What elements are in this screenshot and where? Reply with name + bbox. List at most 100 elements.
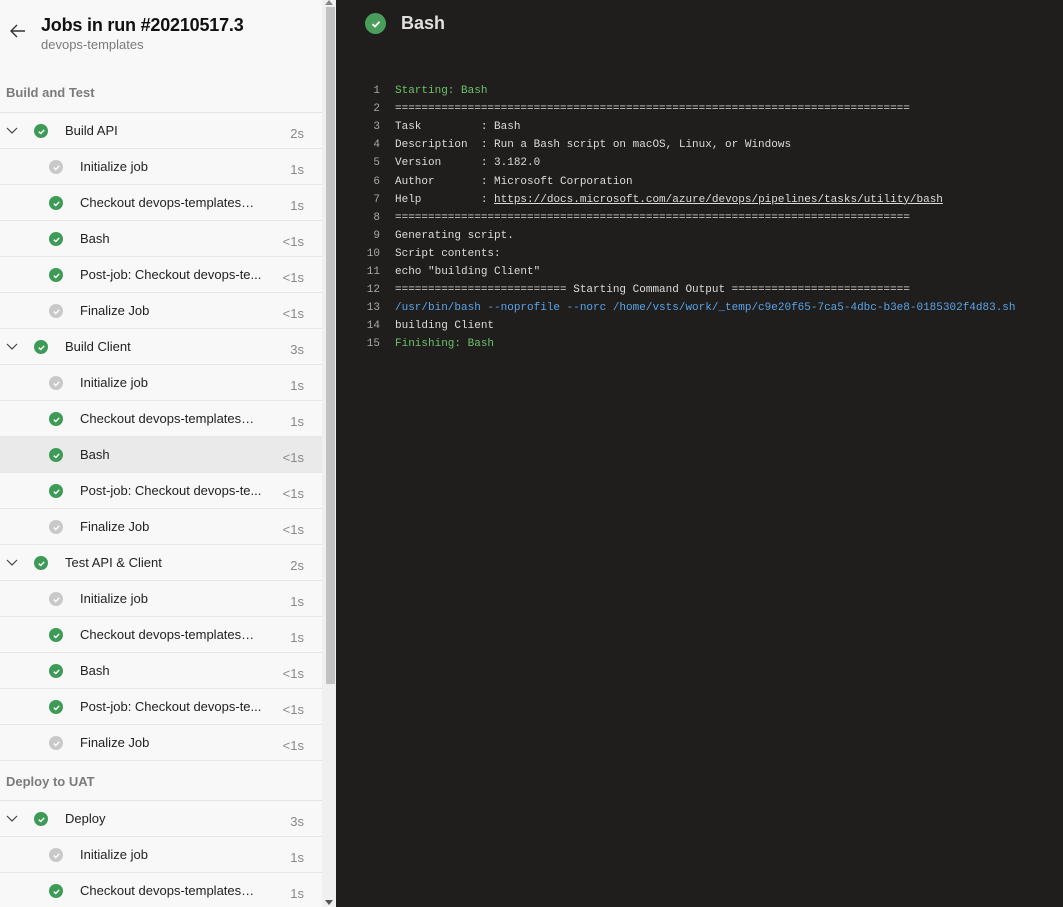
success-check-icon <box>49 884 63 898</box>
job-duration: 3s <box>290 814 304 829</box>
scrollbar-thumb[interactable] <box>326 7 335 684</box>
task-row[interactable]: Checkout devops-templates@... 1s <box>0 617 322 653</box>
scroll-down-button[interactable] <box>322 900 336 907</box>
task-name: Bash <box>80 231 110 246</box>
triangle-down-icon <box>325 900 333 905</box>
chevron-down-icon[interactable] <box>5 555 19 569</box>
task-name: Finalize Job <box>80 519 150 534</box>
success-check-icon <box>34 812 48 826</box>
task-row[interactable]: Finalize Job <1s <box>0 725 322 761</box>
job-row[interactable]: Test API & Client 2s <box>0 545 322 581</box>
log-line: 7 Help : https://docs.microsoft.com/azure… <box>362 191 1016 209</box>
log-text: ========================================… <box>395 103 910 115</box>
stage-header: Build and Test <box>0 73 322 113</box>
task-row[interactable]: Finalize Job <1s <box>0 293 322 329</box>
log-text: /usr/bin/bash --noprofile --norc /home/v… <box>395 302 1016 314</box>
log-line: 9 Generating script. <box>362 227 1016 245</box>
line-number: 8 <box>373 211 380 224</box>
task-duration: <1s <box>282 666 304 681</box>
back-button[interactable] <box>8 20 28 42</box>
log-output: 1 Starting: Bash 2 ========================… <box>362 82 1016 353</box>
skipped-check-icon <box>49 160 63 174</box>
app-root: Jobs in run #20210517.3 devops-templates… <box>0 0 1063 907</box>
task-duration: <1s <box>282 450 304 465</box>
task-row[interactable]: Post-job: Checkout devops-te... <1s <box>0 257 322 293</box>
log-line: 15 Finishing: Bash <box>362 335 1016 353</box>
task-row[interactable]: Initialize job 1s <box>0 837 322 873</box>
success-check-icon <box>49 196 63 210</box>
log-line: 2 =======================================… <box>362 100 1016 118</box>
arrow-left-icon <box>10 24 25 38</box>
task-row[interactable]: Bash <1s <box>0 437 322 473</box>
task-row[interactable]: Initialize job 1s <box>0 365 322 401</box>
skipped-check-icon <box>49 592 63 606</box>
success-check-icon <box>34 124 48 138</box>
task-row[interactable]: Post-job: Checkout devops-te... <1s <box>0 473 322 509</box>
jobs-list: Jobs in run #20210517.3 devops-templates… <box>0 0 322 907</box>
jobs-scrollbar[interactable] <box>322 0 336 907</box>
task-name: Checkout devops-templates@... <box>80 883 265 898</box>
log-text-content: ========================================… <box>395 103 910 116</box>
job-row[interactable]: Deploy 3s <box>0 801 322 837</box>
page-subtitle: devops-templates <box>41 37 144 52</box>
line-number: 9 <box>373 229 380 242</box>
stage-header: Deploy to UAT <box>0 763 322 801</box>
skipped-check-icon <box>49 376 63 390</box>
log-text-content: Author : Microsoft Corporation <box>395 175 633 188</box>
skipped-check-icon <box>49 848 63 862</box>
log-text-content: building Client <box>395 320 495 333</box>
chevron-down-icon[interactable] <box>5 123 19 137</box>
task-row[interactable]: Initialize job 1s <box>0 581 322 617</box>
task-duration: 1s <box>290 594 304 609</box>
task-row[interactable]: Bash <1s <box>0 653 322 689</box>
log-header: Bash <box>365 13 445 34</box>
task-duration: <1s <box>282 306 304 321</box>
line-number: 15 <box>366 338 380 351</box>
log-text: building Client <box>395 320 494 332</box>
job-name: Deploy <box>65 811 106 826</box>
success-check-icon <box>49 232 63 246</box>
task-row[interactable]: Post-job: Checkout devops-te... <1s <box>0 689 322 725</box>
task-duration: 1s <box>290 630 304 645</box>
task-duration: <1s <box>282 270 304 285</box>
task-row[interactable]: Bash <1s <box>0 221 322 257</box>
log-line: 12 ========================== Starting Co… <box>362 281 1016 299</box>
help-link[interactable]: https://docs.microsoft.com/azure/devops/… <box>494 194 943 206</box>
task-row[interactable]: Finalize Job <1s <box>0 509 322 545</box>
job-row[interactable]: Build Client 3s <box>0 329 322 365</box>
log-text: Starting: Bash <box>395 85 487 97</box>
task-duration: 1s <box>290 198 304 213</box>
task-duration: 1s <box>290 162 304 177</box>
log-text-content: ========================================… <box>395 211 910 224</box>
log-text: Task : Bash <box>395 121 520 133</box>
task-duration: 1s <box>290 378 304 393</box>
log-text: Author : Microsoft Corporation <box>395 176 633 188</box>
success-check-icon <box>49 700 63 714</box>
task-row[interactable]: Checkout devops-templates@... 1s <box>0 873 322 907</box>
log-line: 13/usr/bin/bash --noprofile --norc /home… <box>362 299 1016 317</box>
task-row[interactable]: Initialize job 1s <box>0 149 322 185</box>
task-duration: 1s <box>290 850 304 865</box>
log-text-content: Starting: Bash <box>395 85 488 98</box>
task-row[interactable]: Checkout devops-templates@... 1s <box>0 401 322 437</box>
task-duration: <1s <box>282 702 304 717</box>
task-name: Initialize job <box>80 591 148 606</box>
task-name: Initialize job <box>80 159 148 174</box>
chevron-down-icon[interactable] <box>5 811 19 825</box>
triangle-up-icon <box>325 0 333 5</box>
log-line: 5 Version : 3.182.0 <box>362 154 1016 172</box>
page-title: Jobs in run #20210517.3 <box>41 15 244 35</box>
line-number: 2 <box>373 103 380 116</box>
task-row[interactable]: Checkout devops-templates@... 1s <box>0 185 322 221</box>
line-number: 7 <box>373 193 380 206</box>
task-name: Bash <box>80 447 110 462</box>
chevron-down-icon[interactable] <box>5 339 19 353</box>
line-number: 12 <box>366 284 380 297</box>
task-duration: 1s <box>290 414 304 429</box>
log-text: Help : https://docs.microsoft.com/azure/… <box>395 194 943 206</box>
scroll-up-button[interactable] <box>322 0 336 7</box>
success-check-icon <box>34 556 48 570</box>
job-row[interactable]: Build API 2s <box>0 113 322 149</box>
task-name: Post-job: Checkout devops-te... <box>80 267 262 282</box>
job-name: Build API <box>65 123 118 138</box>
